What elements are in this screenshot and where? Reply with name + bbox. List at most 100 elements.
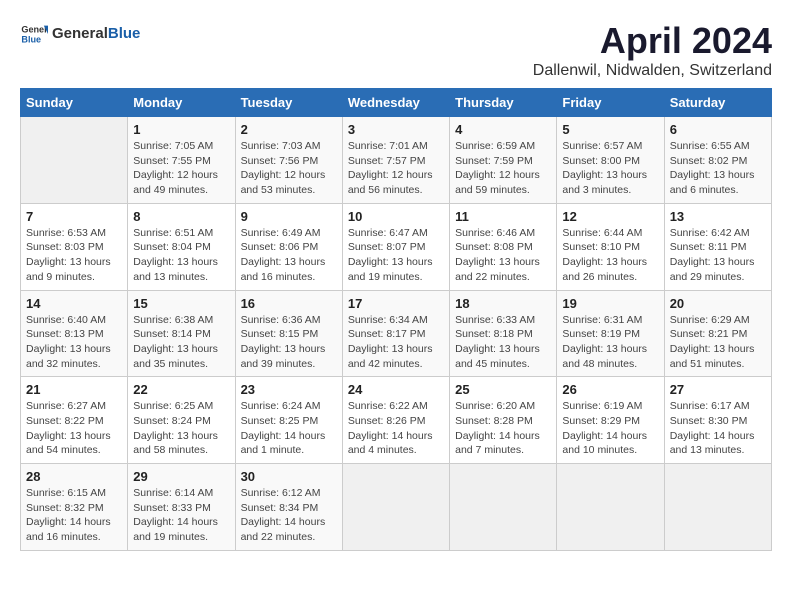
calendar-cell: 4 Sunrise: 6:59 AM Sunset: 7:59 PM Daylig… — [450, 117, 557, 204]
month-year-title: April 2024 — [533, 20, 772, 62]
day-info: Sunrise: 6:49 AM Sunset: 8:06 PM Dayligh… — [241, 226, 337, 285]
day-number: 4 — [455, 122, 551, 137]
logo-icon: General Blue — [20, 20, 48, 48]
day-header-sunday: Sunday — [21, 89, 128, 117]
day-header-wednesday: Wednesday — [342, 89, 449, 117]
day-number: 1 — [133, 122, 229, 137]
day-info: Sunrise: 6:51 AM Sunset: 8:04 PM Dayligh… — [133, 226, 229, 285]
day-info: Sunrise: 7:03 AM Sunset: 7:56 PM Dayligh… — [241, 139, 337, 198]
day-info: Sunrise: 6:59 AM Sunset: 7:59 PM Dayligh… — [455, 139, 551, 198]
day-number: 21 — [26, 382, 122, 397]
calendar-cell — [21, 117, 128, 204]
day-number: 6 — [670, 122, 766, 137]
day-info: Sunrise: 6:42 AM Sunset: 8:11 PM Dayligh… — [670, 226, 766, 285]
day-info: Sunrise: 6:36 AM Sunset: 8:15 PM Dayligh… — [241, 313, 337, 372]
day-info: Sunrise: 6:57 AM Sunset: 8:00 PM Dayligh… — [562, 139, 658, 198]
calendar-cell: 20Sunrise: 6:29 AM Sunset: 8:21 PM Dayli… — [664, 290, 771, 377]
day-number: 28 — [26, 469, 122, 484]
day-number: 10 — [348, 209, 444, 224]
day-info: Sunrise: 7:05 AM Sunset: 7:55 PM Dayligh… — [133, 139, 229, 198]
calendar-cell: 18 Sunrise: 6:33 AM Sunset: 8:18 PM Dayli… — [450, 290, 557, 377]
location-subtitle: Dallenwil, Nidwalden, Switzerland — [533, 62, 772, 80]
day-header-saturday: Saturday — [664, 89, 771, 117]
calendar-cell: 14Sunrise: 6:40 AM Sunset: 8:13 PM Dayli… — [21, 290, 128, 377]
calendar-cell: 7 Sunrise: 6:53 AM Sunset: 8:03 PM Daylig… — [21, 203, 128, 290]
calendar-cell: 13 Sunrise: 6:42 AM Sunset: 8:11 PM Dayli… — [664, 203, 771, 290]
calendar-cell — [664, 464, 771, 551]
day-number: 20 — [670, 296, 766, 311]
calendar-cell — [450, 464, 557, 551]
day-header-friday: Friday — [557, 89, 664, 117]
calendar-cell: 11Sunrise: 6:46 AM Sunset: 8:08 PM Dayli… — [450, 203, 557, 290]
day-info: Sunrise: 6:27 AM Sunset: 8:22 PM Dayligh… — [26, 399, 122, 458]
day-number: 24 — [348, 382, 444, 397]
calendar-cell: 19Sunrise: 6:31 AM Sunset: 8:19 PM Dayli… — [557, 290, 664, 377]
calendar-cell: 21 Sunrise: 6:27 AM Sunset: 8:22 PM Dayli… — [21, 377, 128, 464]
day-number: 22 — [133, 382, 229, 397]
calendar-cell: 1 Sunrise: 7:05 AM Sunset: 7:55 PM Daylig… — [128, 117, 235, 204]
logo: General Blue GeneralBlue — [20, 20, 140, 48]
day-number: 13 — [670, 209, 766, 224]
calendar-week-row: 28 Sunrise: 6:15 AM Sunset: 8:32 PM Dayli… — [21, 464, 772, 551]
day-info: Sunrise: 6:15 AM Sunset: 8:32 PM Dayligh… — [26, 486, 122, 545]
day-number: 16 — [241, 296, 337, 311]
calendar-cell: 12 Sunrise: 6:44 AM Sunset: 8:10 PM Dayli… — [557, 203, 664, 290]
day-number: 12 — [562, 209, 658, 224]
day-number: 18 — [455, 296, 551, 311]
calendar-week-row: 7 Sunrise: 6:53 AM Sunset: 8:03 PM Daylig… — [21, 203, 772, 290]
day-header-thursday: Thursday — [450, 89, 557, 117]
calendar-week-row: 1 Sunrise: 7:05 AM Sunset: 7:55 PM Daylig… — [21, 117, 772, 204]
calendar-cell: 10Sunrise: 6:47 AM Sunset: 8:07 PM Dayli… — [342, 203, 449, 290]
day-info: Sunrise: 6:24 AM Sunset: 8:25 PM Dayligh… — [241, 399, 337, 458]
day-number: 29 — [133, 469, 229, 484]
calendar-cell: 29 Sunrise: 6:14 AM Sunset: 8:33 PM Dayli… — [128, 464, 235, 551]
day-number: 14 — [26, 296, 122, 311]
day-info: Sunrise: 6:25 AM Sunset: 8:24 PM Dayligh… — [133, 399, 229, 458]
calendar-cell: 3 Sunrise: 7:01 AM Sunset: 7:57 PM Daylig… — [342, 117, 449, 204]
logo-general-text: General — [52, 25, 108, 42]
day-info: Sunrise: 6:44 AM Sunset: 8:10 PM Dayligh… — [562, 226, 658, 285]
day-number: 30 — [241, 469, 337, 484]
calendar-week-row: 21 Sunrise: 6:27 AM Sunset: 8:22 PM Dayli… — [21, 377, 772, 464]
day-number: 23 — [241, 382, 337, 397]
day-number: 5 — [562, 122, 658, 137]
day-info: Sunrise: 6:33 AM Sunset: 8:18 PM Dayligh… — [455, 313, 551, 372]
day-info: Sunrise: 6:55 AM Sunset: 8:02 PM Dayligh… — [670, 139, 766, 198]
day-number: 27 — [670, 382, 766, 397]
day-number: 7 — [26, 209, 122, 224]
day-info: Sunrise: 6:22 AM Sunset: 8:26 PM Dayligh… — [348, 399, 444, 458]
calendar-cell: 16 Sunrise: 6:36 AM Sunset: 8:15 PM Dayli… — [235, 290, 342, 377]
day-info: Sunrise: 6:53 AM Sunset: 8:03 PM Dayligh… — [26, 226, 122, 285]
day-number: 17 — [348, 296, 444, 311]
calendar-cell: 27 Sunrise: 6:17 AM Sunset: 8:30 PM Dayli… — [664, 377, 771, 464]
day-info: Sunrise: 6:20 AM Sunset: 8:28 PM Dayligh… — [455, 399, 551, 458]
calendar-body: 1 Sunrise: 7:05 AM Sunset: 7:55 PM Daylig… — [21, 117, 772, 551]
svg-text:General: General — [21, 25, 48, 35]
day-info: Sunrise: 6:14 AM Sunset: 8:33 PM Dayligh… — [133, 486, 229, 545]
day-info: Sunrise: 7:01 AM Sunset: 7:57 PM Dayligh… — [348, 139, 444, 198]
day-number: 2 — [241, 122, 337, 137]
day-info: Sunrise: 6:34 AM Sunset: 8:17 PM Dayligh… — [348, 313, 444, 372]
day-number: 9 — [241, 209, 337, 224]
calendar-cell — [342, 464, 449, 551]
calendar-week-row: 14Sunrise: 6:40 AM Sunset: 8:13 PM Dayli… — [21, 290, 772, 377]
calendar-cell: 6 Sunrise: 6:55 AM Sunset: 8:02 PM Daylig… — [664, 117, 771, 204]
calendar-cell: 24 Sunrise: 6:22 AM Sunset: 8:26 PM Dayli… — [342, 377, 449, 464]
calendar-cell: 26Sunrise: 6:19 AM Sunset: 8:29 PM Dayli… — [557, 377, 664, 464]
calendar-cell: 9 Sunrise: 6:49 AM Sunset: 8:06 PM Daylig… — [235, 203, 342, 290]
day-header-tuesday: Tuesday — [235, 89, 342, 117]
day-info: Sunrise: 6:17 AM Sunset: 8:30 PM Dayligh… — [670, 399, 766, 458]
day-info: Sunrise: 6:19 AM Sunset: 8:29 PM Dayligh… — [562, 399, 658, 458]
calendar-cell: 28 Sunrise: 6:15 AM Sunset: 8:32 PM Dayli… — [21, 464, 128, 551]
day-number: 3 — [348, 122, 444, 137]
day-number: 8 — [133, 209, 229, 224]
day-header-monday: Monday — [128, 89, 235, 117]
title-area: April 2024 Dallenwil, Nidwalden, Switzer… — [533, 20, 772, 80]
day-info: Sunrise: 6:46 AM Sunset: 8:08 PM Dayligh… — [455, 226, 551, 285]
calendar-cell: 30Sunrise: 6:12 AM Sunset: 8:34 PM Dayli… — [235, 464, 342, 551]
calendar-table: SundayMondayTuesdayWednesdayThursdayFrid… — [20, 88, 772, 551]
svg-text:Blue: Blue — [21, 34, 41, 44]
calendar-cell: 8 Sunrise: 6:51 AM Sunset: 8:04 PM Daylig… — [128, 203, 235, 290]
calendar-cell: 5 Sunrise: 6:57 AM Sunset: 8:00 PM Daylig… — [557, 117, 664, 204]
calendar-cell: 15Sunrise: 6:38 AM Sunset: 8:14 PM Dayli… — [128, 290, 235, 377]
